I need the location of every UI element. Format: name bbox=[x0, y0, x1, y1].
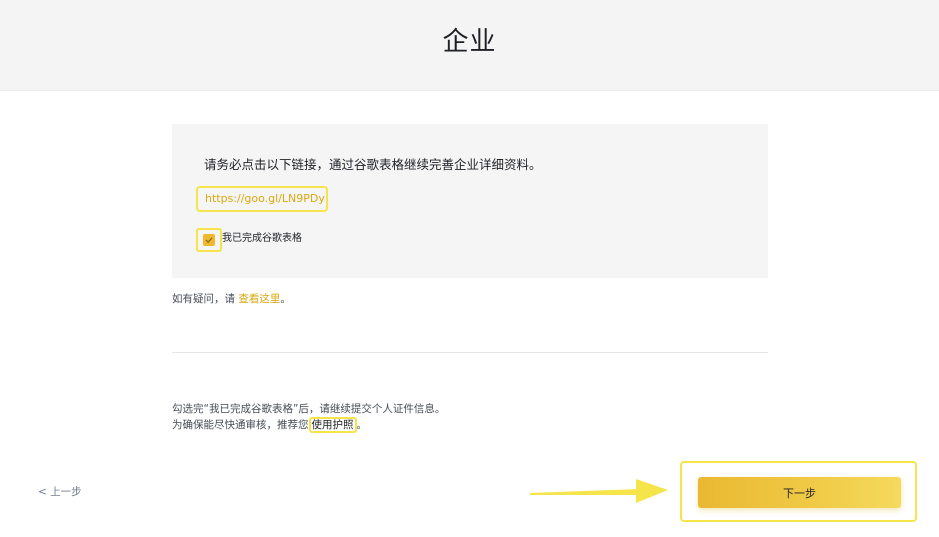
help-suffix: 。 bbox=[280, 293, 291, 305]
completed-form-checkbox[interactable] bbox=[203, 234, 215, 246]
form-link-highlight: https://goo.gl/LN9PDy bbox=[196, 186, 328, 212]
note-line-2-prefix: 为确保能尽快通审核，推荐您 bbox=[172, 419, 309, 431]
note-line-2-suffix: 。 bbox=[356, 419, 368, 431]
note-line-2: 为确保能尽快通审核，推荐您 使用护照。 bbox=[172, 417, 445, 433]
checkbox-highlight bbox=[196, 228, 222, 252]
arrow-right-icon bbox=[530, 479, 668, 503]
page-title: 企业 bbox=[442, 27, 497, 57]
next-button[interactable]: 下一步 bbox=[698, 477, 901, 508]
google-form-card: 请务必点击以下链接，通过谷歌表格继续完善企业详细资料。 https://goo.… bbox=[172, 124, 768, 278]
help-line: 如有疑问，请 查看这里。 bbox=[172, 292, 291, 306]
instruction-text: 请务必点击以下链接，通过谷歌表格继续完善企业详细资料。 bbox=[204, 157, 542, 172]
help-prefix: 如有疑问，请 bbox=[172, 293, 239, 305]
help-link[interactable]: 查看这里 bbox=[238, 293, 280, 305]
checkmark-icon bbox=[205, 237, 213, 244]
divider bbox=[172, 352, 768, 353]
back-button[interactable]: < 上一步 bbox=[38, 485, 82, 499]
note-line-1: 勾选完“我已完成谷歌表格”后，请继续提交个人证件信息。 bbox=[172, 403, 446, 415]
page-header: 企业 bbox=[0, 0, 939, 91]
use-passport-link[interactable]: 使用护照 bbox=[308, 417, 357, 433]
next-step-note: 勾选完“我已完成谷歌表格”后，请继续提交个人证件信息。 为确保能尽快通审核，推荐… bbox=[172, 402, 445, 433]
next-button-highlight: 下一步 bbox=[680, 461, 917, 522]
google-form-link[interactable]: https://goo.gl/LN9PDy bbox=[205, 191, 325, 207]
checkbox-label[interactable]: 我已完成谷歌表格 bbox=[222, 232, 302, 246]
